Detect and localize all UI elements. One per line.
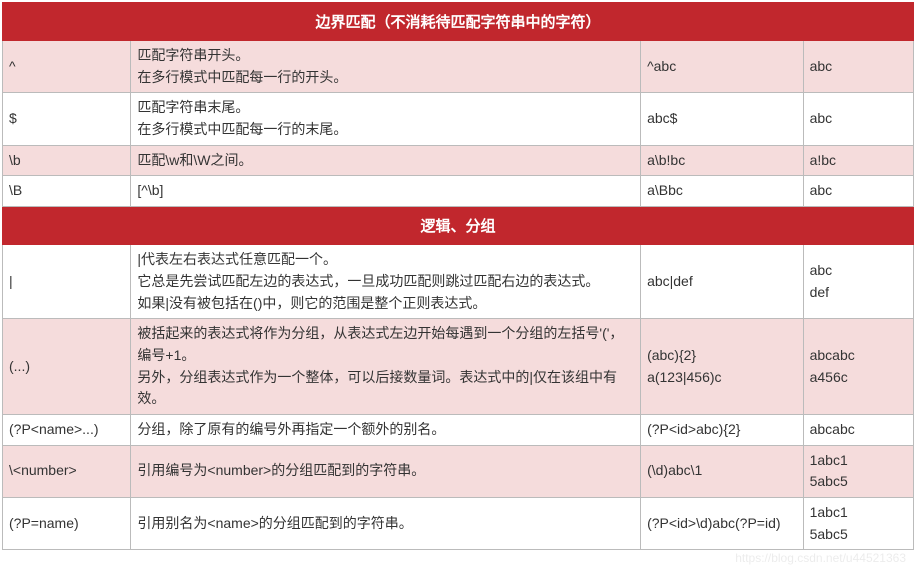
symbol-cell: \<number> (3, 445, 131, 497)
example-cell: ^abc (641, 41, 804, 93)
description-line: 匹配字符串开头。 (137, 45, 634, 67)
table-row: (?P=name) 引用别名为<name>的分组匹配到的字符串。 (?P<id>\d… (3, 498, 914, 550)
description-line: 引用别名为<name>的分组匹配到的字符串。 (137, 513, 634, 535)
example-cell: (?P<id>\d)abc(?P=id) (641, 498, 804, 550)
example-cell: (?P<id>abc){2} (641, 414, 804, 445)
watermark-text: https://blog.csdn.net/u44521363 (735, 551, 906, 565)
description-line: 如果|没有被包括在()中，则它的范围是整个正则表达式。 (137, 293, 634, 315)
result-line: abc (810, 56, 907, 78)
example-cell: abc|def (641, 245, 804, 319)
description-cell: 匹配字符串末尾。在多行模式中匹配每一行的末尾。 (131, 93, 641, 145)
description-line: 在多行模式中匹配每一行的末尾。 (137, 119, 634, 141)
symbol-cell: $ (3, 93, 131, 145)
result-cell: abcabca456c (803, 319, 913, 415)
result-line: 5abc5 (810, 524, 907, 546)
table-row: ^匹配字符串开头。在多行模式中匹配每一行的开头。^abcabc (3, 41, 914, 93)
symbol-cell: (...) (3, 319, 131, 415)
example-cell: (\d)abc\1 (641, 445, 804, 497)
example-cell: a\b!bc (641, 145, 804, 176)
result-line: abc (810, 108, 907, 130)
result-line: def (810, 282, 907, 304)
description-cell: 分组，除了原有的编号外再指定一个额外的别名。 (131, 414, 641, 445)
result-line: 5abc5 (810, 471, 907, 493)
section-header: 边界匹配（不消耗待匹配字符串中的字符） (3, 3, 914, 41)
result-cell: abc (803, 41, 913, 93)
description-line: 匹配字符串末尾。 (137, 97, 634, 119)
example-cell: (abc){2} a(123|456)c (641, 319, 804, 415)
table-row: (...)被括起来的表达式将作为分组，从表达式左边开始每遇到一个分组的左括号'(… (3, 319, 914, 415)
result-cell: abcabc (803, 414, 913, 445)
table-row: \<number> 引用编号为<number>的分组匹配到的字符串。 (\d)abc… (3, 445, 914, 497)
result-line: a456c (810, 367, 907, 389)
description-line: |代表左右表达式任意匹配一个。 (137, 249, 634, 271)
result-line: a!bc (810, 150, 907, 172)
description-cell: 匹配\w和\W之间。 (131, 145, 641, 176)
description-cell: [^\b] (131, 176, 641, 207)
description-line: 被括起来的表达式将作为分组，从表达式左边开始每遇到一个分组的左括号'('，编号+… (137, 323, 634, 366)
description-cell: 引用编号为<number>的分组匹配到的字符串。 (131, 445, 641, 497)
table-row: \B [^\b] a\Bbc abc (3, 176, 914, 207)
result-cell: abc (803, 93, 913, 145)
result-line: abc (810, 260, 907, 282)
result-cell: 1abc15abc5 (803, 498, 913, 550)
example-cell: a\Bbc (641, 176, 804, 207)
description-cell: 引用别名为<name>的分组匹配到的字符串。 (131, 498, 641, 550)
symbol-cell: ^ (3, 41, 131, 93)
result-cell: abc (803, 176, 913, 207)
description-line: [^\b] (137, 180, 634, 202)
section-header: 逻辑、分组 (3, 207, 914, 245)
result-cell: 1abc15abc5 (803, 445, 913, 497)
symbol-cell: \B (3, 176, 131, 207)
table-row: \b 匹配\w和\W之间。 a\b!bc a!bc (3, 145, 914, 176)
result-cell: abcdef (803, 245, 913, 319)
result-line: abcabc (810, 419, 907, 441)
table-row: ||代表左右表达式任意匹配一个。它总是先尝试匹配左边的表达式，一旦成功匹配则跳过… (3, 245, 914, 319)
description-line: 分组，除了原有的编号外再指定一个额外的别名。 (137, 419, 634, 441)
description-line: 在多行模式中匹配每一行的开头。 (137, 67, 634, 89)
regex-reference-table: 边界匹配（不消耗待匹配字符串中的字符）^匹配字符串开头。在多行模式中匹配每一行的… (2, 2, 914, 550)
symbol-cell: | (3, 245, 131, 319)
description-cell: |代表左右表达式任意匹配一个。它总是先尝试匹配左边的表达式，一旦成功匹配则跳过匹… (131, 245, 641, 319)
table-row: $匹配字符串末尾。在多行模式中匹配每一行的末尾。abc$abc (3, 93, 914, 145)
result-line: 1abc1 (810, 502, 907, 524)
description-line: 另外，分组表达式作为一个整体，可以后接数量词。表达式中的|仅在该组中有效。 (137, 367, 634, 410)
description-cell: 匹配字符串开头。在多行模式中匹配每一行的开头。 (131, 41, 641, 93)
description-line: 它总是先尝试匹配左边的表达式，一旦成功匹配则跳过匹配右边的表达式。 (137, 271, 634, 293)
result-line: abcabc (810, 345, 907, 367)
description-cell: 被括起来的表达式将作为分组，从表达式左边开始每遇到一个分组的左括号'('，编号+… (131, 319, 641, 415)
table-row: (?P<name>...) 分组，除了原有的编号外再指定一个额外的别名。 (?P<i… (3, 414, 914, 445)
symbol-cell: (?P=name) (3, 498, 131, 550)
result-line: abc (810, 180, 907, 202)
result-line: 1abc1 (810, 450, 907, 472)
description-line: 匹配\w和\W之间。 (137, 150, 634, 172)
example-cell: abc$ (641, 93, 804, 145)
symbol-cell: (?P<name>...) (3, 414, 131, 445)
symbol-cell: \b (3, 145, 131, 176)
result-cell: a!bc (803, 145, 913, 176)
description-line: 引用编号为<number>的分组匹配到的字符串。 (137, 460, 634, 482)
